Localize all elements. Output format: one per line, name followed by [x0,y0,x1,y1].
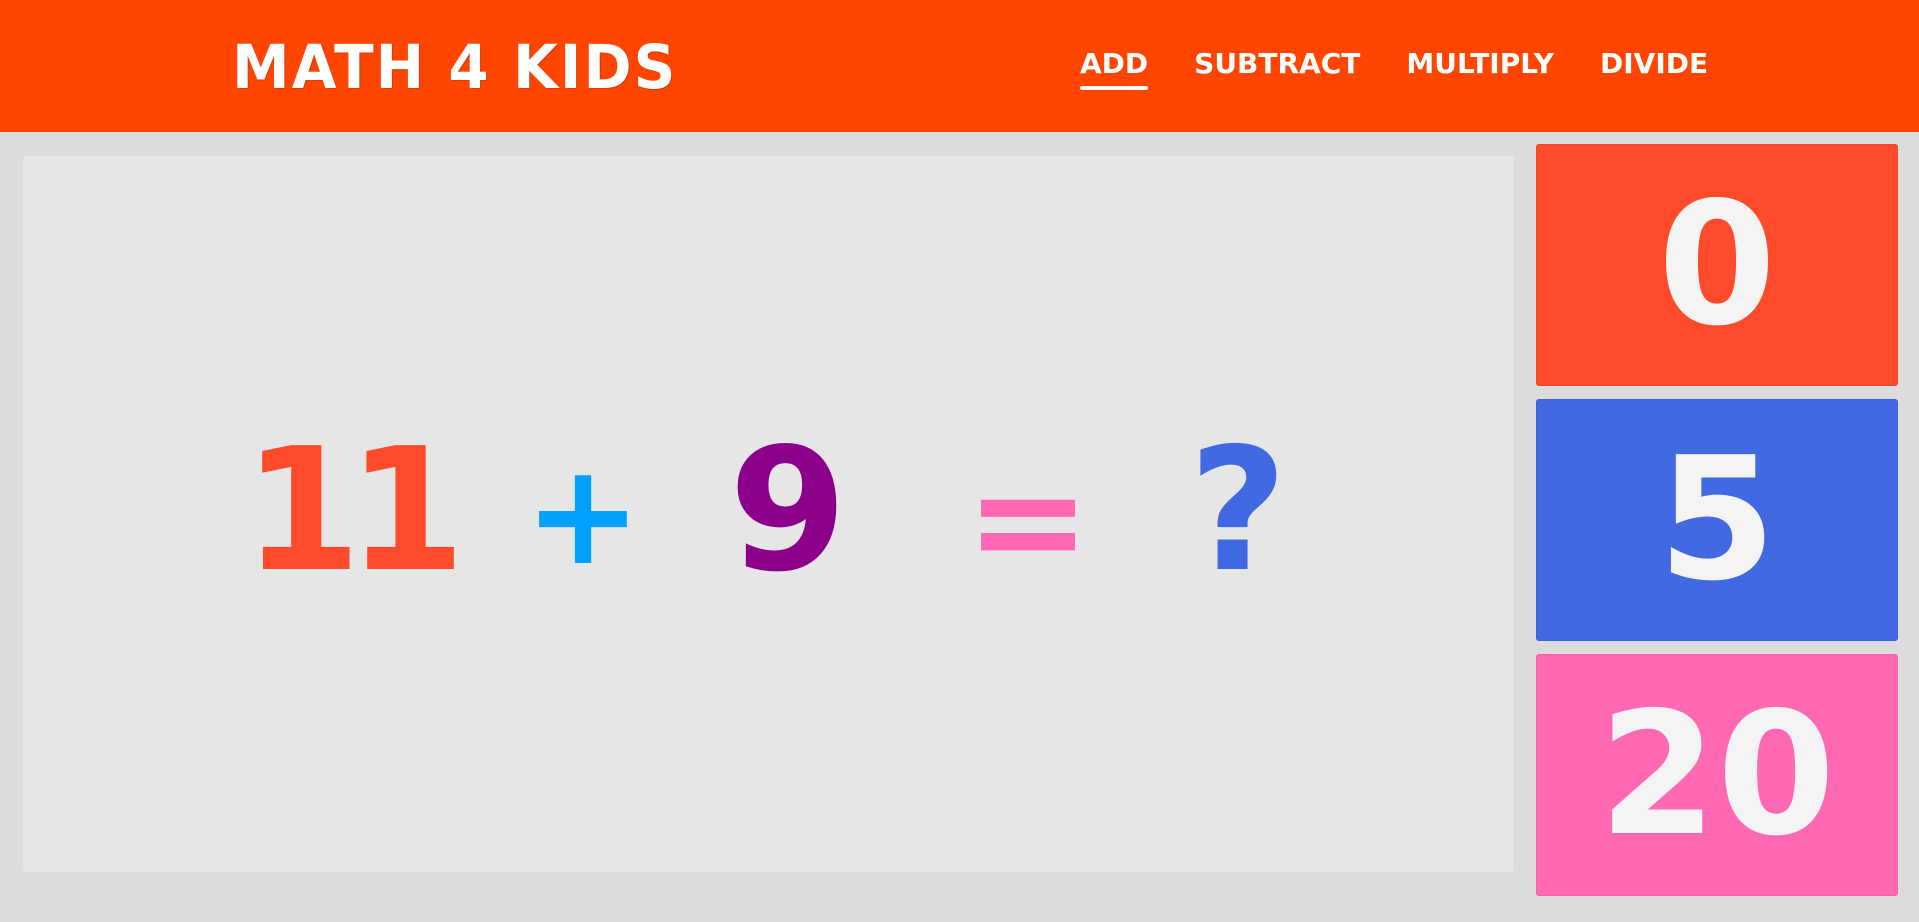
nav-subtract[interactable]: SUBTRACT [1194,44,1360,90]
nav-multiply[interactable]: MULTIPLY [1406,44,1554,90]
operand-a: 11 [243,412,466,610]
nav-add[interactable]: ADD [1080,44,1149,90]
problem-board: 11 + 9 = ? [23,156,1514,872]
unknown-answer: ? [1188,412,1288,610]
equals-sign: = [965,434,1091,608]
answer-option-label: 20 [1598,676,1836,874]
answer-option-0[interactable]: 0 [1536,144,1898,386]
answer-option-label: 0 [1657,166,1777,364]
answer-option-label: 5 [1657,421,1777,619]
nav-divide[interactable]: DIVIDE [1600,44,1708,90]
answer-option-5[interactable]: 5 [1536,399,1898,641]
main-nav: ADD SUBTRACT MULTIPLY DIVIDE [1080,44,1708,90]
top-header: MATH 4 KIDS ADD SUBTRACT MULTIPLY DIVIDE [0,0,1919,132]
operator-plus: + [524,434,642,597]
operand-b: 9 [728,412,848,610]
answer-option-20[interactable]: 20 [1536,654,1898,896]
site-logo[interactable]: MATH 4 KIDS [232,30,677,104]
